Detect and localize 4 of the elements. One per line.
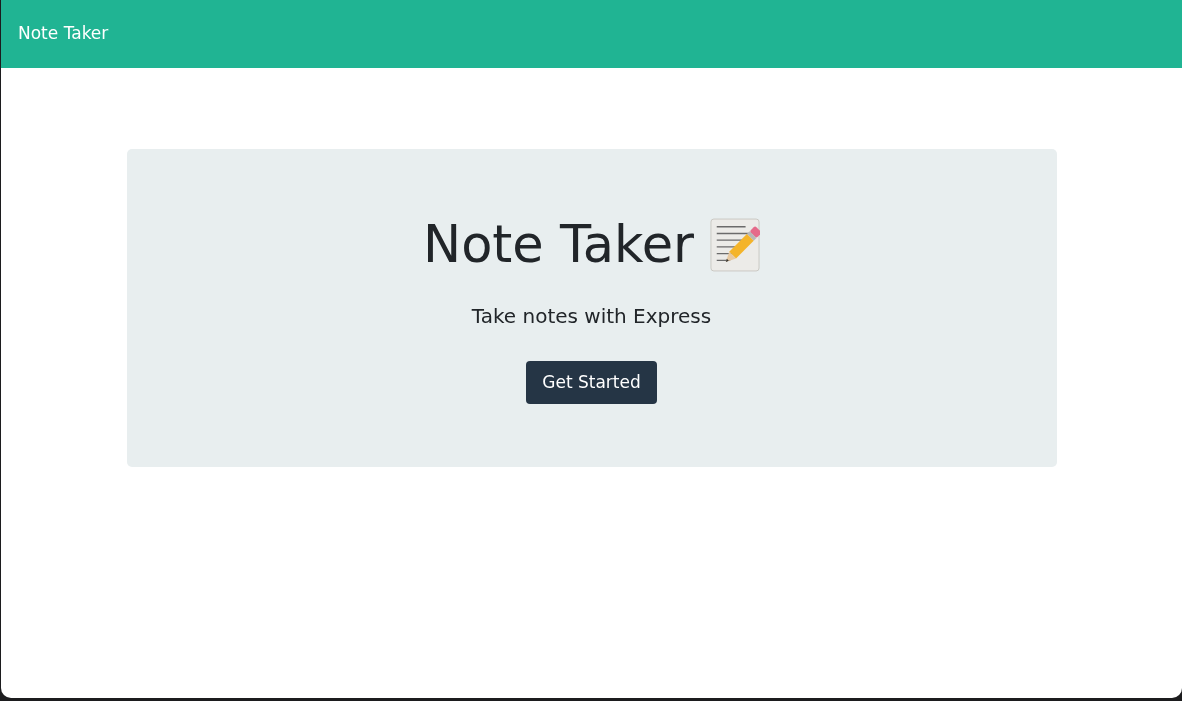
hero-subtitle: Take notes with Express bbox=[471, 302, 712, 330]
memo-pencil-icon bbox=[710, 217, 760, 272]
get-started-button[interactable]: Get Started bbox=[526, 360, 657, 405]
hero-title: Note Taker bbox=[423, 214, 694, 276]
